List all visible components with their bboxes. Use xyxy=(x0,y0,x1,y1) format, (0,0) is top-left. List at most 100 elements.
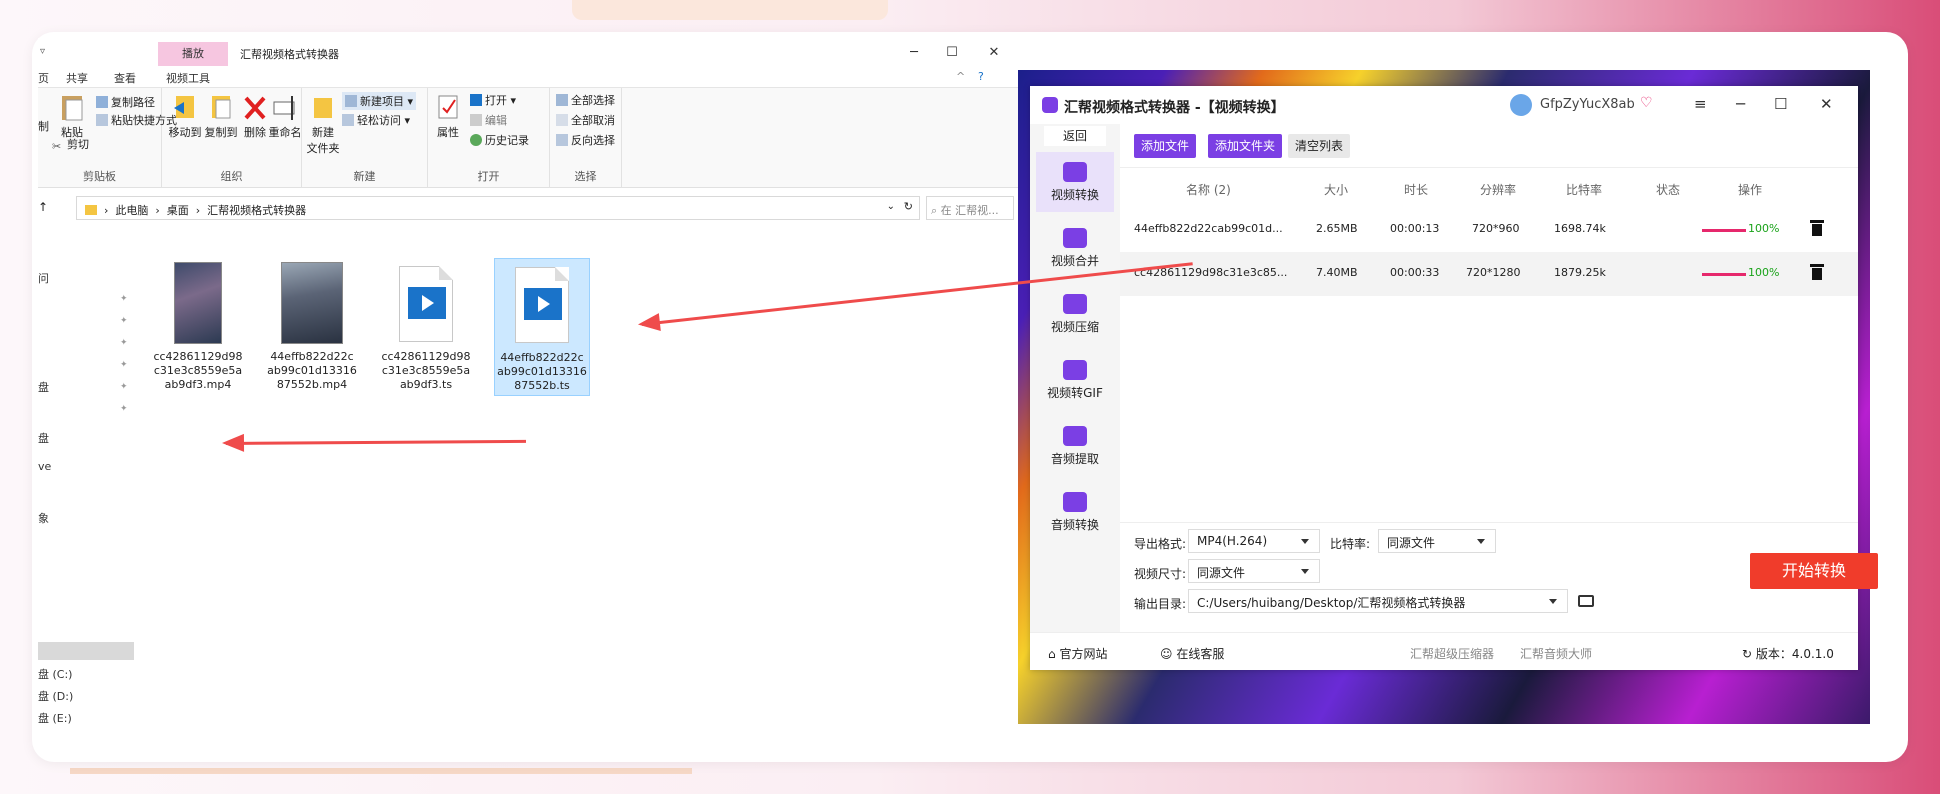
new-item-icon xyxy=(345,95,357,107)
drive-c[interactable]: 盘 (C:) xyxy=(38,666,72,682)
chevron-down-icon[interactable]: ⌄ xyxy=(887,201,895,212)
back-button[interactable]: 返回 xyxy=(1044,126,1106,146)
avatar[interactable] xyxy=(1510,94,1532,116)
pin-icon[interactable]: ✦ xyxy=(120,404,128,414)
up-arrow-icon[interactable]: ↑ xyxy=(38,200,48,214)
maximize-button[interactable]: ☐ xyxy=(934,42,970,64)
breadcrumb-folder[interactable]: 汇帮视频格式转换器 xyxy=(207,204,306,217)
tab-play-context[interactable]: 播放 xyxy=(158,42,228,66)
sidebar-item-video-merge[interactable]: 视频合并 xyxy=(1036,218,1114,278)
size-select[interactable]: 同源文件 xyxy=(1188,559,1320,583)
rename-button[interactable]: 重命名 xyxy=(268,92,302,140)
column-header: 时长 xyxy=(1404,183,1429,197)
close-button[interactable]: ✕ xyxy=(976,42,1012,64)
sidebar-label: 视频合并 xyxy=(1050,254,1099,268)
pin-icon[interactable]: ✦ xyxy=(120,316,128,326)
close-button[interactable]: ✕ xyxy=(1820,95,1833,113)
new-folder-button[interactable]: 新建 文件夹 xyxy=(306,92,340,156)
add-folder-button[interactable]: 添加文件夹 xyxy=(1208,134,1283,158)
file-item[interactable]: 44effb822d22c ab99c01d13316 87552b.mp4 xyxy=(264,258,360,396)
pin-icon[interactable]: ✦ xyxy=(120,338,128,348)
drive-e[interactable]: 盘 (E:) xyxy=(38,710,72,726)
sidebar-item-video-gif[interactable]: 视频转GIF xyxy=(1036,350,1114,410)
clear-list-button[interactable]: 清空列表 xyxy=(1288,134,1351,158)
video-file-icon xyxy=(515,267,569,343)
maximize-button[interactable]: ☐ xyxy=(1774,95,1787,113)
drive-d[interactable]: 盘 (D:) xyxy=(38,688,73,704)
edit-button[interactable]: 编辑 xyxy=(470,112,507,128)
copy-to-button[interactable]: 复制到 xyxy=(204,92,238,140)
properties-button[interactable]: 属性 xyxy=(432,92,464,140)
quick-access-mark[interactable]: ▿ xyxy=(40,46,45,57)
collapse-ribbon-icon[interactable]: ^ xyxy=(956,70,965,83)
new-folder-label: 新建 文件夹 xyxy=(306,126,340,155)
app-logo-icon xyxy=(1042,97,1058,113)
nav-fragment-5[interactable]: 象 xyxy=(38,510,49,526)
tab-view[interactable]: 查看 xyxy=(114,70,136,86)
video-camera-icon xyxy=(1063,162,1087,182)
table-row[interactable]: 44effb822d22cab99c01d... 2.65MB 00:00:13… xyxy=(1120,208,1858,252)
tab-share[interactable]: 共享 xyxy=(66,70,88,86)
cell-bitrate: 1698.74k xyxy=(1554,222,1606,235)
start-convert-button[interactable]: 开始转换 xyxy=(1750,553,1878,589)
add-file-button[interactable]: 添加文件 xyxy=(1134,134,1197,158)
address-bar[interactable]: › 此电脑 › 桌面 › 汇帮视频格式转换器 ⌄ ↻ xyxy=(76,196,920,220)
pin-icon[interactable]: ✦ xyxy=(120,360,128,370)
format-select[interactable]: MP4(H.264) xyxy=(1188,529,1320,553)
status-percent: 100% xyxy=(1748,266,1780,279)
minimize-button[interactable]: ─ xyxy=(1736,95,1745,113)
trash-icon[interactable] xyxy=(1810,220,1824,236)
sidebar-item-video-compress[interactable]: 视频压缩 xyxy=(1036,284,1114,344)
sidebar-item-audio-extract[interactable]: 音频提取 xyxy=(1036,416,1114,476)
move-to-button[interactable]: 移动到 xyxy=(168,92,202,140)
version-info[interactable]: ↻ 版本：4.0.1.0 xyxy=(1742,645,1834,662)
pin-icon[interactable]: ✦ xyxy=(120,382,128,392)
copy-path-button[interactable]: 复制路径 xyxy=(96,94,155,110)
select-none-button[interactable]: 全部取消 xyxy=(556,112,615,128)
search-input[interactable]: ⌕ 在 汇帮视... xyxy=(926,196,1014,220)
open-button[interactable]: 打开 ▾ xyxy=(470,92,516,108)
breadcrumb-desktop[interactable]: 桌面 xyxy=(167,204,189,217)
bitrate-value: 同源文件 xyxy=(1387,536,1436,550)
new-item-button[interactable]: 新建项目 ▾ xyxy=(342,92,417,110)
username[interactable]: GfpZyYucX8ab xyxy=(1540,97,1635,112)
nav-fragment-3[interactable]: 盘 xyxy=(38,430,49,446)
trash-icon[interactable] xyxy=(1810,264,1824,280)
minimize-button[interactable]: ─ xyxy=(896,42,932,64)
delete-button[interactable]: 删除 xyxy=(242,92,268,140)
bitrate-label: 比特率: xyxy=(1330,537,1371,551)
breadcrumb-this-pc[interactable]: 此电脑 xyxy=(115,204,148,217)
support-link[interactable]: ☺ 在线客服 xyxy=(1160,645,1224,662)
pin-icon[interactable]: ✦ xyxy=(120,294,128,304)
copy-to-label: 复制到 xyxy=(204,126,238,139)
select-all-button[interactable]: 全部选择 xyxy=(556,92,615,108)
nav-fragment-4[interactable]: ve xyxy=(38,460,51,473)
menu-icon[interactable]: ≡ xyxy=(1694,95,1707,113)
audio-master-link[interactable]: 汇帮音频大师 xyxy=(1520,645,1592,662)
tab-page[interactable]: 页 xyxy=(38,70,49,86)
file-item[interactable]: cc42861129d98 c31e3c8559e5a ab9df3.ts xyxy=(378,258,474,396)
help-icon[interactable]: ? xyxy=(978,70,984,83)
chevron-down-icon xyxy=(1301,539,1309,544)
open-folder-icon[interactable] xyxy=(1578,595,1594,607)
compressor-link[interactable]: 汇帮超级压缩器 xyxy=(1410,645,1494,662)
website-link[interactable]: ⌂ 官方网站 xyxy=(1048,645,1107,662)
paste-button[interactable]: 粘贴 xyxy=(54,92,90,140)
file-item[interactable]: cc42861129d98 c31e3c8559e5a ab9df3.mp4 xyxy=(150,258,246,396)
tab-video-tools[interactable]: 视频工具 xyxy=(166,70,210,86)
sidebar-item-audio-convert[interactable]: 音频转换 xyxy=(1036,482,1114,542)
vip-heart-icon[interactable]: ♡ xyxy=(1640,95,1653,111)
nav-fragment-1[interactable]: 问 xyxy=(38,270,49,286)
history-button[interactable]: 历史记录 xyxy=(470,132,529,148)
sidebar-item-video-convert[interactable]: 视频转换 xyxy=(1036,152,1114,212)
group-select: 全部选择 全部取消 反向选择 选择 xyxy=(550,88,622,188)
file-item-selected[interactable]: 44effb822d22c ab99c01d13316 87552b.ts xyxy=(494,258,590,396)
nav-fragment-2[interactable]: 盘 xyxy=(38,379,49,395)
bitrate-select[interactable]: 同源文件 xyxy=(1378,529,1496,553)
invert-selection-button[interactable]: 反向选择 xyxy=(556,132,615,148)
refresh-icon[interactable]: ↻ xyxy=(904,200,913,213)
cut-button[interactable]: ✂ 剪切 xyxy=(52,136,89,153)
easy-access-button[interactable]: 轻松访问 ▾ xyxy=(342,112,410,128)
output-dir-select[interactable]: C:/Users/huibang/Desktop/汇帮视频格式转换器 xyxy=(1188,589,1568,613)
table-row[interactable]: cc42861129d98c31e3c85... 7.40MB 00:00:33… xyxy=(1120,252,1858,296)
